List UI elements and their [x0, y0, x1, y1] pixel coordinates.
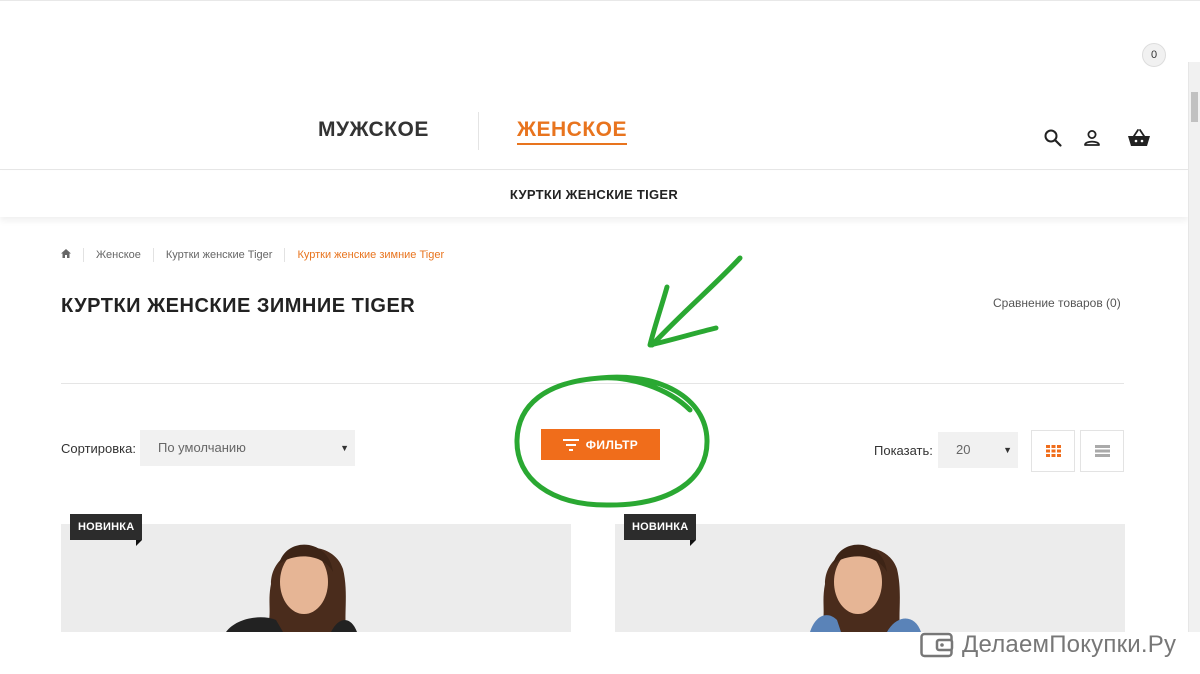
breadcrumb-current: Куртки женские зимние Tiger [284, 248, 456, 262]
top-bar [0, 0, 1200, 62]
list-icon [1094, 445, 1110, 457]
watermark-text: ДелаемПокупки.Ру [962, 631, 1177, 658]
site-header: МУЖСКОЕ ЖЕНСКОЕ [0, 62, 1188, 170]
compare-products-link[interactable]: Сравнение товаров (0) [993, 296, 1121, 310]
filter-button-label: ФИЛЬТР [585, 437, 639, 452]
filter-icon [562, 438, 579, 451]
breadcrumb-home[interactable] [61, 248, 83, 262]
nav-separator [478, 112, 479, 150]
caret-down-icon: ▼ [1003, 445, 1012, 455]
page-scrollbar[interactable] [1188, 62, 1200, 632]
limit-select[interactable]: 20 ▼ [938, 432, 1018, 468]
wallet-icon [920, 632, 954, 658]
sort-select-value: По умолчанию [158, 440, 246, 455]
grid-icon [1045, 445, 1061, 457]
annotation-arrowhead-icon [647, 284, 719, 348]
limit-select-value: 20 [956, 442, 971, 457]
new-product-badge: НОВИНКА [624, 514, 697, 546]
annotation-arrow-icon [649, 255, 743, 348]
category-subnav: КУРТКИ ЖЕНСКИЕ TIGER [0, 171, 1188, 217]
nav-men[interactable]: МУЖСКОЕ [318, 118, 429, 142]
home-icon [61, 249, 71, 258]
top-bar-gap [795, 1, 815, 5]
grid-view-button[interactable] [1031, 430, 1075, 472]
new-product-badge: НОВИНКА [70, 514, 143, 546]
search-icon[interactable] [1043, 128, 1063, 148]
show-label: Показать: [874, 443, 933, 458]
user-icon[interactable] [1082, 128, 1102, 148]
breadcrumb-women[interactable]: Женское [83, 248, 153, 262]
sort-label: Сортировка: [61, 441, 136, 456]
cart-count-badge: 0 [1142, 43, 1166, 67]
title-divider [61, 383, 1124, 384]
subnav-item-tiger-jackets[interactable]: КУРТКИ ЖЕНСКИЕ TIGER [510, 187, 678, 202]
cart-basket-icon[interactable] [1127, 128, 1151, 148]
nav-women[interactable]: ЖЕНСКОЕ [517, 118, 627, 145]
watermark: ДелаемПокупки.Ру [920, 630, 1176, 660]
page-title: КУРТКИ ЖЕНСКИЕ ЗИМНИЕ TIGER [61, 295, 416, 317]
breadcrumb: Женское Куртки женские Tiger Куртки женс… [61, 248, 456, 262]
breadcrumb-tiger-jackets[interactable]: Куртки женские Tiger [152, 248, 285, 262]
sort-select[interactable]: По умолчанию ▼ [140, 430, 355, 466]
filter-button[interactable]: ФИЛЬТР [541, 429, 660, 460]
scrollbar-thumb[interactable] [1191, 92, 1198, 122]
list-view-button[interactable] [1080, 430, 1124, 472]
caret-down-icon: ▼ [340, 443, 349, 453]
